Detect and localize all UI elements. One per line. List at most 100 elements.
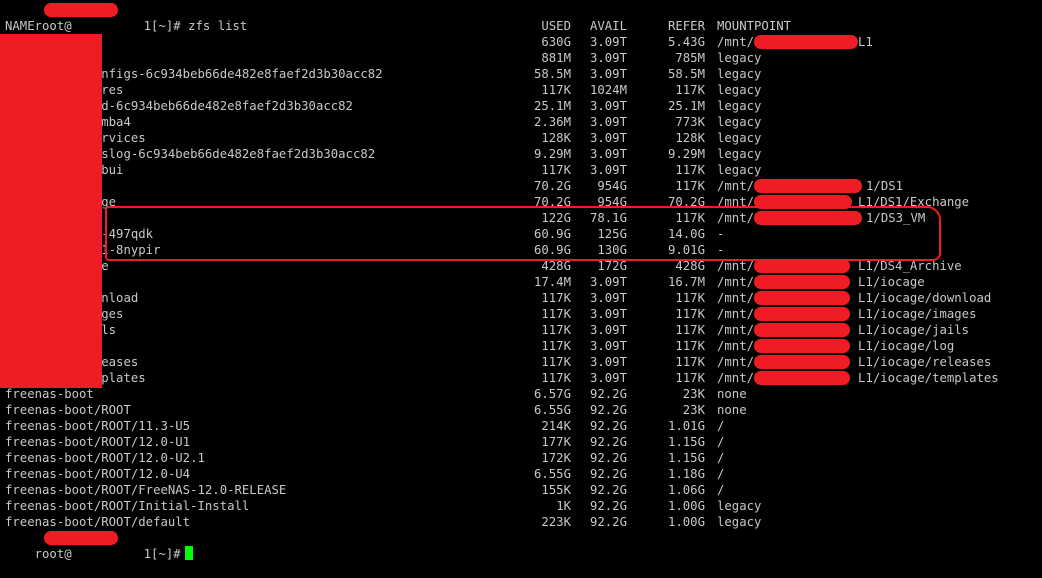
dataset-avail: 92.2G	[589, 403, 627, 417]
dataset-refer: 1.15G	[667, 435, 705, 449]
dataset-mountpoint: legacy	[717, 146, 761, 162]
dataset-refer: 9.29M	[667, 147, 705, 161]
dataset-used: 70.2G	[533, 179, 571, 193]
dataset-used: 1K	[556, 499, 571, 513]
mountpoint-prefix: legacy	[717, 499, 762, 513]
dataset-used: 117K	[541, 307, 571, 321]
dataset-mountpoint: legacy	[717, 498, 761, 514]
dataset-refer: 1.06G	[667, 483, 705, 497]
dataset-refer: 117K	[675, 179, 705, 193]
dataset-refer: 5.43G	[667, 35, 705, 49]
dataset-refer: 117K	[675, 307, 705, 321]
dataset-name: freenas-boot/ROOT/FreeNAS-12.0-RELEASE	[5, 483, 287, 497]
dataset-avail: 92.2G	[589, 499, 627, 513]
table-row: L1/.system/webui117K3.09T117Klegacy	[5, 162, 1035, 178]
dataset-mountpoint: /	[717, 482, 724, 498]
dataset-avail: 954G	[597, 179, 627, 193]
table-row: L1/.system/services128K3.09T128Klegacy	[5, 130, 1035, 146]
mountpoint-prefix: legacy	[717, 115, 762, 129]
mountpoint-suffix: L1/iocage/download	[858, 291, 992, 305]
dataset-name: freenas-boot/ROOT/Initial-Install	[5, 499, 250, 513]
mountpoint-prefix: none	[717, 387, 747, 401]
mountpoint-prefix: /mnt/	[717, 339, 755, 353]
table-row: L1630G3.09T5.43G/mnt/L1	[5, 34, 1035, 50]
dataset-used: 177K	[541, 435, 571, 449]
redaction-mark	[754, 179, 862, 193]
dataset-avail: 92.2G	[589, 515, 627, 529]
redaction-mark	[754, 291, 850, 305]
prompt-user: root@	[34, 547, 72, 561]
dataset-mountpoint: /	[717, 466, 724, 482]
dataset-mountpoint: legacy	[717, 130, 761, 146]
dataset-avail: 3.09T	[589, 371, 627, 385]
table-row: freenas-boot/ROOT/Initial-Install 1K 92.2G…	[5, 498, 1035, 514]
mountpoint-prefix: /mnt/	[717, 35, 755, 49]
table-row: L1/iocage/jails117K3.09T117K/mnt/L1/ioca…	[5, 322, 1035, 338]
dataset-used: 6.57G	[533, 387, 571, 401]
terminal-window[interactable]: root@ 1[~]# zfs list NAME USED AVAIL REFE…	[0, 0, 1042, 561]
dataset-refer: 128K	[675, 131, 705, 145]
redaction-mark	[754, 339, 850, 353]
table-row: freenas-boot/ROOT/12.0-U1 177K 92.2G 1.15G /	[5, 434, 1035, 450]
mountpoint-prefix: legacy	[717, 99, 762, 113]
highlight-annotation	[105, 206, 941, 261]
mountpoint-suffix: L1/iocage/log	[858, 339, 955, 353]
dataset-refer: 117K	[675, 291, 705, 305]
mountpoint-prefix: legacy	[717, 51, 762, 65]
dataset-mountpoint: none	[717, 402, 747, 418]
dataset-mountpoint: legacy	[717, 114, 761, 130]
dataset-name: freenas-boot/ROOT	[5, 403, 131, 417]
dataset-used: 58.5M	[533, 67, 571, 81]
dataset-mountpoint: legacy	[717, 66, 761, 82]
mountpoint-prefix: /	[717, 419, 725, 433]
dataset-used: 6.55G	[533, 403, 571, 417]
mountpoint-prefix: /mnt/	[717, 323, 755, 337]
dataset-used: 117K	[541, 83, 571, 97]
dataset-refer: 58.5M	[667, 67, 705, 81]
dataset-avail: 92.2G	[589, 419, 627, 433]
table-row: L1/.system/configs-6c934beb66de482e8faef…	[5, 66, 1035, 82]
cursor-block	[184, 546, 193, 560]
dataset-used: 25.1M	[533, 99, 571, 113]
table-row: L1/.system/rrd-6c934beb66de482e8faef2d3b…	[5, 98, 1035, 114]
redaction-mark	[44, 3, 118, 17]
dataset-used: 117K	[541, 371, 571, 385]
dataset-used: 128K	[541, 131, 571, 145]
dataset-mountpoint: legacy	[717, 82, 761, 98]
mountpoint-suffix: L1/iocage	[858, 275, 925, 289]
command-line: root@ 1[~]# zfs list	[5, 2, 248, 33]
dataset-name: freenas-boot/ROOT/11.3-U5	[5, 419, 191, 433]
redaction-mark	[754, 355, 850, 369]
dataset-used: 17.4M	[533, 275, 571, 289]
dataset-avail: 3.09T	[589, 275, 627, 289]
dataset-avail: 92.2G	[589, 435, 627, 449]
table-row: freenas-boot/ROOT 6.55G 92.2G 23K none	[5, 402, 1035, 418]
dataset-mountpoint: legacy	[717, 162, 761, 178]
mountpoint-suffix: L1	[858, 35, 873, 49]
dataset-avail: 3.09T	[589, 163, 627, 177]
mountpoint-suffix: L1/DS4_Archive	[858, 259, 962, 273]
table-row: L1/.system881M3.09T785Mlegacy	[5, 50, 1035, 66]
dataset-avail: 92.2G	[589, 483, 627, 497]
redaction-mark	[44, 531, 118, 545]
mountpoint-prefix: /mnt/	[717, 355, 755, 369]
mountpoint-prefix: /	[717, 451, 725, 465]
redaction-mark	[754, 371, 850, 385]
dataset-mountpoint: legacy	[717, 514, 761, 530]
dataset-avail: 3.09T	[589, 147, 627, 161]
dataset-avail: 3.09T	[589, 307, 627, 321]
redaction-block	[0, 34, 102, 388]
dataset-used: 630G	[541, 35, 571, 49]
dataset-refer: 16.7M	[667, 275, 705, 289]
dataset-name: freenas-boot/ROOT/12.0-U2.1	[5, 451, 205, 465]
mountpoint-suffix: L1/iocage/templates	[858, 371, 999, 385]
dataset-refer: 1.00G	[667, 515, 705, 529]
dataset-refer: 773K	[675, 115, 705, 129]
dataset-mountpoint: none	[717, 386, 747, 402]
dataset-refer: 25.1M	[667, 99, 705, 113]
mountpoint-suffix: L1/iocage/releases	[858, 355, 992, 369]
mountpoint-prefix: /mnt/	[717, 307, 755, 321]
dataset-refer: 117K	[675, 355, 705, 369]
table-row: freenas-boot/ROOT/11.3-U5 214K 92.2G 1.01G /	[5, 418, 1035, 434]
table-row: L1/iocage/images117K3.09T117K/mnt/L1/ioc…	[5, 306, 1035, 322]
